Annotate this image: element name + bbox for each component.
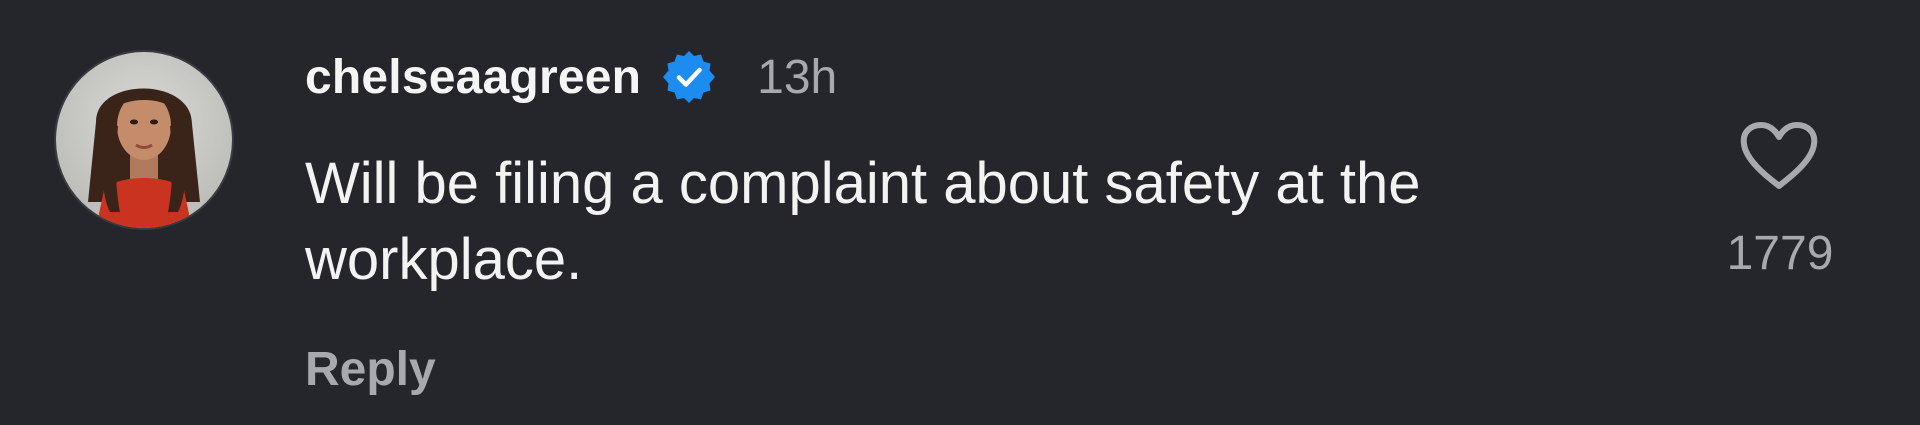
like-button[interactable] xyxy=(1738,120,1820,192)
verified-badge-icon xyxy=(661,49,717,105)
comment-item: chelseaagreen 13h Will be filing a compl… xyxy=(0,0,1920,425)
avatar[interactable] xyxy=(54,50,234,230)
username[interactable]: chelseaagreen xyxy=(305,50,641,105)
reply-button[interactable]: Reply xyxy=(305,342,436,397)
comment-text: Will be filing a complaint about safety … xyxy=(305,151,1421,292)
comment-header: chelseaagreen 13h xyxy=(305,42,837,112)
heart-outline-icon xyxy=(1740,122,1818,189)
avatar-image xyxy=(56,52,232,228)
likes-count: 1779 xyxy=(1726,227,1834,280)
timestamp: 13h xyxy=(757,50,838,104)
